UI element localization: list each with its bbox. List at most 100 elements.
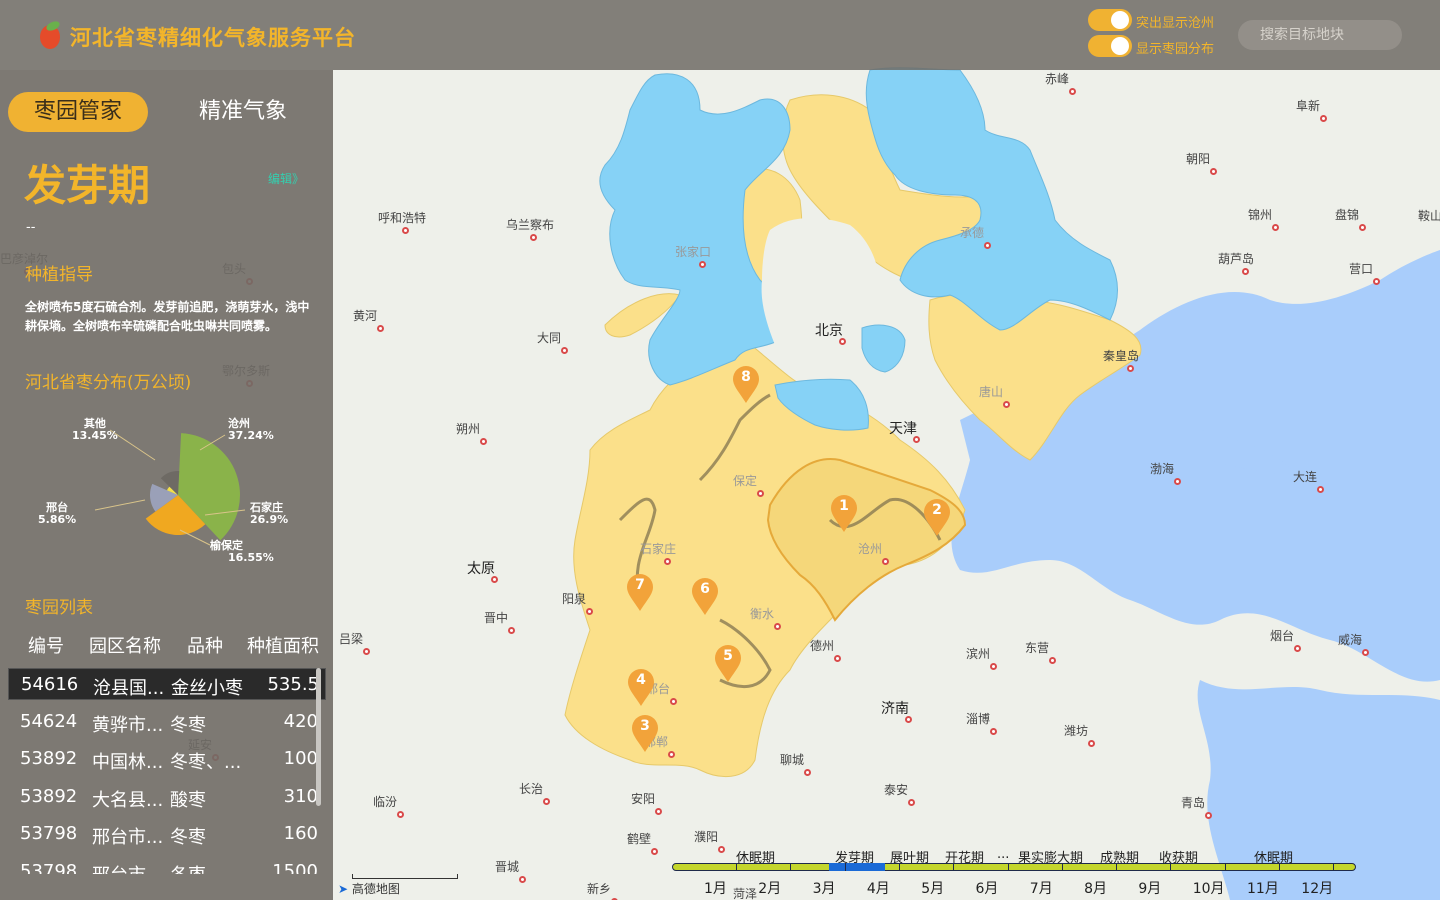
cell-variety: 冬枣、... [170, 752, 242, 773]
orchard-table-body[interactable]: 54616 沧县国... 金丝小枣 535.5 54624 黄骅市... 冬枣 420 5389… [8, 668, 326, 874]
pie-label-shijiazhuang: 石家庄 26.9% [250, 502, 288, 526]
top-bar: 河北省枣精细化气象服务平台 突出显示沧州 显示枣园分布 [0, 0, 1440, 70]
phase-label[interactable]: 果实膨大期 [1018, 847, 1083, 866]
orchard-pin[interactable]: 5 [713, 643, 743, 683]
phase-label[interactable]: 成熟期 [1100, 847, 1139, 866]
pie-label-value: 37.24% [228, 429, 274, 442]
column-header-area[interactable]: 种植面积 [247, 632, 319, 658]
orchard-pin[interactable]: 8 [731, 364, 761, 404]
city-label: 石家庄 [640, 542, 677, 556]
city-dot-icon [377, 325, 384, 332]
city-label: 保定 [733, 474, 758, 488]
city-label: 天津 [889, 421, 917, 437]
cell-area: 310 [283, 785, 318, 807]
toggle-knob [1111, 37, 1129, 55]
table-row[interactable]: 53892 大名县... 酸枣 310 [8, 781, 326, 813]
pie-label-value: 26.9% [250, 513, 289, 526]
city-label: 泰安 [884, 783, 909, 797]
city-label: 秦皇岛 [1103, 349, 1140, 363]
cell-name: 中国林... [92, 752, 164, 773]
cell-area: 100 [283, 748, 318, 769]
cell-variety: 冬枣 [170, 714, 206, 736]
tab-orchard-manager[interactable]: 枣园管家 [8, 92, 148, 132]
month-tick [844, 863, 846, 871]
navigate-arrow-icon: ➤ [338, 882, 349, 896]
city-dot-icon [363, 648, 370, 655]
cell-id: 54624 [20, 710, 78, 732]
toggle-show-orchards[interactable] [1088, 35, 1132, 57]
table-row[interactable]: 54616 沧县国... 金丝小枣 535.5 [8, 668, 326, 700]
city-dot-icon [984, 242, 991, 249]
orchard-pin[interactable]: 6 [690, 576, 720, 616]
city-label: 衡水 [750, 607, 775, 621]
orchard-pin[interactable]: 4 [626, 667, 656, 707]
city-dot-icon [543, 798, 550, 805]
city-dot-icon [670, 698, 677, 705]
city-label: 滨州 [966, 647, 991, 661]
orchard-pin[interactable]: 2 [922, 497, 952, 537]
city-label: 沧州 [858, 542, 883, 556]
city-dot-icon [1362, 649, 1369, 656]
toggle-label-highlight: 突出显示沧州 [1136, 16, 1215, 31]
phase-label[interactable]: ... [997, 847, 1009, 862]
cell-variety: 酸枣 [170, 789, 206, 811]
city-dot-icon [1069, 88, 1076, 95]
edit-link[interactable]: 编辑》 [268, 170, 304, 187]
month-tick [736, 863, 737, 871]
phase-label[interactable]: 发芽期 [835, 847, 874, 866]
orchard-pin[interactable]: 7 [625, 572, 655, 612]
phenology-timeline[interactable]: 休眠期 发芽期 展叶期 开花期... 果实膨大期 成熟期 收获期 休眠期 1月 2月 3月 4月 5月 6… [672, 844, 1360, 897]
search-input[interactable] [1238, 20, 1402, 50]
city-dot-icon [655, 808, 662, 815]
cell-variety: 冬枣 [170, 861, 206, 875]
city-dot-icon [1294, 645, 1301, 652]
city-dot-icon [834, 655, 841, 662]
orchard-pin[interactable]: 3 [630, 713, 660, 753]
table-row[interactable]: 53892 中国林... 冬枣、... 100 [8, 743, 326, 775]
city-dot-icon [905, 716, 912, 723]
map-attribution: ➤ 高德地图 [338, 880, 400, 897]
city-label: 濮阳 [694, 830, 719, 844]
column-header-id[interactable]: 编号 [28, 632, 64, 658]
phase-label[interactable]: 开花期 [945, 847, 984, 866]
phase-label[interactable]: 收获期 [1159, 847, 1198, 866]
city-label: 济南 [881, 701, 909, 717]
month-tick [790, 863, 792, 871]
phase-label[interactable]: 展叶期 [890, 847, 929, 866]
distribution-pie-chart: 其他 13.45% 沧州 37.24% 石家庄 26.9% 邢台 5.86% 榆保定 16… [20, 410, 320, 580]
pie-label-xingtai: 邢台 5.86% [38, 502, 76, 526]
table-row[interactable]: 54624 黄骅市... 冬枣 420 [8, 706, 326, 738]
city-label: 北京 [815, 323, 843, 339]
toggle-highlight-cangzhou[interactable] [1088, 9, 1132, 31]
table-scrollbar[interactable] [316, 668, 321, 806]
city-dot-icon [882, 558, 889, 565]
city-dot-icon [804, 769, 811, 776]
city-label: 承德 [960, 226, 985, 240]
city-dot-icon [402, 227, 409, 234]
orchard-pin[interactable]: 1 [829, 493, 859, 533]
column-header-variety[interactable]: 品种 [187, 632, 223, 658]
cell-variety: 冬枣 [170, 827, 206, 848]
app-title: 河北省枣精细化气象服务平台 [70, 26, 356, 50]
column-header-name[interactable]: 园区名称 [89, 632, 161, 658]
tab-precise-weather[interactable]: 精准气象 [172, 92, 314, 132]
attribution-text: 高德地图 [351, 882, 400, 896]
city-label: 朝阳 [1186, 152, 1211, 166]
pie-label-value: 16.55% [228, 551, 274, 564]
city-label: 烟台 [1270, 629, 1295, 643]
city-dot-icon [668, 751, 675, 758]
table-row[interactable]: 53798 邢台市... 冬枣 160 [8, 818, 326, 850]
phase-label[interactable]: 休眠期 [1254, 847, 1293, 866]
distribution-title: 河北省枣分布(万公顷) [25, 373, 192, 393]
month-tick [1116, 863, 1118, 871]
city-label: 大连 [1293, 470, 1318, 484]
table-row[interactable]: 53798 邢台市... 冬枣 1500 [8, 856, 326, 875]
city-label: 晋中 [484, 611, 509, 625]
city-dot-icon [1205, 812, 1212, 819]
cell-id: 53892 [20, 785, 78, 807]
city-label: 聊城 [780, 753, 805, 767]
city-dot-icon [508, 627, 515, 634]
city-label: 太原 [467, 561, 495, 577]
cell-id: 53892 [20, 748, 78, 769]
phase-label[interactable]: 休眠期 [736, 847, 775, 866]
